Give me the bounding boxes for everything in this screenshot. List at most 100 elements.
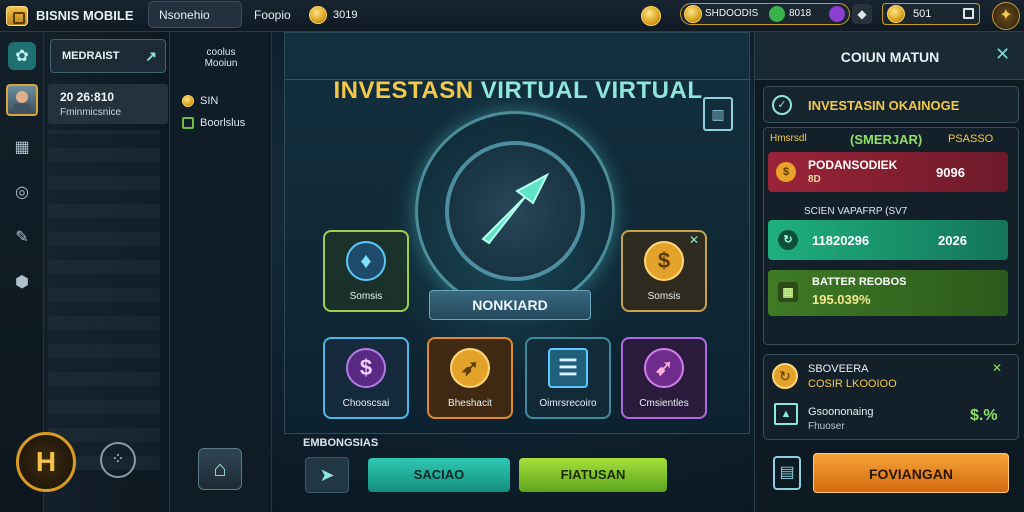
dashboard-icon[interactable]: ✿ (8, 42, 36, 70)
subpanel-title-1: coolus (206, 47, 236, 58)
app-title: BISNIS MOBILE (36, 8, 134, 23)
diamond-icon[interactable]: ◆ (852, 4, 872, 24)
top-bar: BISNIS MOBILE Nsonehio Foopio 3019 SHDOO… (0, 0, 1024, 32)
window-icon (963, 8, 974, 19)
tile-label: Oimrsrecoiro (539, 398, 597, 409)
coin-icon (684, 5, 702, 23)
send-icon[interactable]: ➤ (305, 457, 349, 493)
rocket-icon: ➶ (450, 348, 490, 388)
player-card[interactable]: 20 26:810 Fminmicsnice (48, 84, 168, 124)
shield-icon[interactable]: ⬢ (8, 268, 36, 296)
tab-foopio[interactable]: Foopio (254, 8, 291, 22)
main-action-button[interactable]: NONKIARD (429, 290, 591, 320)
subheader-title: INVESTASIN OKAINOGE (808, 98, 959, 113)
arrow-icon (475, 167, 555, 247)
tab-nsonehio[interactable]: Nsonehio (148, 1, 242, 28)
right-panel: COIUN MATUN ✕ ✓ INVESTASIN OKAINOGE Hmsr… (754, 32, 1024, 512)
card-line-4: Fhuoser (808, 421, 845, 432)
player-subtitle: Fminmicsnice (60, 107, 122, 118)
card-line-3: Gsoononaing (808, 406, 874, 418)
chart-icon: ▲ (774, 403, 798, 425)
table-row-teal[interactable]: ↻ 11820296 2026 (768, 220, 1008, 260)
gem-purple-icon (829, 6, 845, 22)
coin-icon: ↻ (772, 363, 798, 389)
resources-pill[interactable]: SHDOODIS 8018 (680, 3, 850, 25)
title-word-1: INVESTASN (333, 77, 474, 104)
avatar[interactable] (6, 84, 38, 116)
coin-icon: $ (776, 162, 796, 182)
tile-label: Somsis (647, 291, 681, 302)
table-row-green[interactable]: ▦ BATTER REOBOS 195.039% (768, 270, 1008, 316)
resources-label: SHDOODIS (705, 8, 759, 19)
sacio-button[interactable]: SACIAO (368, 458, 510, 492)
app-logo-icon (6, 6, 28, 26)
row-label: 11820296 (812, 233, 870, 248)
tile-oimrsrecoiro[interactable]: ☰ Oimrsrecoiro (525, 337, 611, 419)
home-building-icon[interactable]: H (16, 432, 76, 492)
investment-subheader[interactable]: ✓ INVESTASIN OKAINOGE (763, 86, 1019, 123)
gold-pill[interactable]: 501 (882, 3, 980, 25)
card-line-1: SBOVEERA (808, 363, 869, 375)
calculator-icon: ▦ (778, 282, 798, 302)
market-button[interactable]: MEDRAIST ↗ (50, 39, 166, 73)
chart-icon[interactable]: ◎ (8, 178, 36, 206)
bulb-icon: ♦ (346, 241, 386, 281)
col-header-2: (SMERJAR) (850, 132, 923, 147)
coin-icon[interactable] (641, 6, 661, 26)
title-word-2: VIRTUAL VIRTUAL (480, 77, 703, 104)
avatar-body (13, 103, 31, 113)
trend-icon: ↗ (145, 48, 157, 64)
tile-cmsientles[interactable]: ➹ Cmsientles (621, 337, 707, 419)
cube-icon[interactable]: ▥ (703, 97, 733, 131)
tile-label: Somsis (349, 291, 383, 302)
rocket-icon: ➹ (644, 348, 684, 388)
card-line-2: COSIR LKOOIOO (808, 378, 897, 390)
investment-card[interactable]: ↻ SBOVEERA COSIR LKOOIOO ✕ ▲ Gsoononaing… (763, 354, 1019, 440)
right-panel-title: COIUN MATUN (840, 49, 940, 65)
tile-label: Bheshacit (448, 398, 492, 409)
dollar-icon: $ (346, 348, 386, 388)
check-icon: ✓ (772, 95, 792, 115)
col-header-3: PSASSO (948, 133, 994, 145)
table-row-red[interactable]: $ PODANSODIEK 8D 9096 (768, 152, 1008, 192)
tile-label: Cmsientles (639, 398, 689, 409)
row-value: 9096 (936, 165, 965, 180)
market-button-label: MEDRAIST (62, 50, 120, 62)
avatar-face (16, 91, 28, 103)
pen-icon[interactable]: ✎ (8, 223, 36, 251)
foviangan-button[interactable]: FOVIANGAN (813, 453, 1009, 493)
settings-gear-icon[interactable]: ✦ (992, 2, 1020, 30)
coin-icon (182, 95, 194, 107)
title-divider (285, 79, 751, 80)
tile-chooscsai[interactable]: $ Chooscsai (323, 337, 409, 419)
tile-somsis-left[interactable]: ♦ Somsis (323, 230, 409, 312)
gem-green-icon (769, 6, 785, 22)
close-icon[interactable]: ✕ (689, 233, 699, 247)
building-icon[interactable]: ▤ (773, 456, 801, 490)
bag-icon (182, 117, 194, 129)
coin-icon (309, 6, 327, 24)
investment-table: Hmsrsdl (SMERJAR) PSASSO $ PODANSODIEK 8… (763, 127, 1019, 345)
row-sub: 8D (808, 174, 821, 185)
investment-center: INVESTASN VIRTUAL VIRTUAL ▥ NONKIARD ♦ S… (284, 32, 751, 434)
item-boorlslus[interactable]: Boorlslus (200, 117, 245, 129)
close-icon[interactable]: ✕ (995, 44, 1010, 65)
col-header-1: Hmsrsdl (770, 133, 807, 144)
resource-green: 8018 (789, 8, 812, 19)
bottom-section-label: EMBONGSIAS (303, 437, 379, 449)
right-panel-header: COIUN MATUN ✕ (755, 32, 1024, 80)
card-value: $.% (970, 407, 998, 424)
fiatusan-button[interactable]: FIATUSAN (519, 458, 667, 492)
dollar-icon: $ (644, 241, 684, 281)
left-panel: MEDRAIST ↗ 20 26:810 Fminmicsnice H ⁘ (16, 32, 170, 512)
row-label: PODANSODIEK (808, 158, 898, 172)
network-icon[interactable]: ⁘ (100, 442, 136, 478)
left-subpanel: coolus Mooiun SIN Boorlslus ⌂ (170, 32, 272, 512)
close-icon[interactable]: ✕ (992, 361, 1002, 375)
item-sin[interactable]: SIN (200, 95, 218, 107)
home-icon[interactable]: ⌂ (198, 448, 242, 490)
tile-bheshacit[interactable]: ➶ Bheshacit (427, 337, 513, 419)
center-title: INVESTASN VIRTUAL VIRTUAL (285, 77, 751, 105)
calculator-icon[interactable]: ▦ (8, 133, 36, 161)
document-icon: ☰ (548, 348, 588, 388)
